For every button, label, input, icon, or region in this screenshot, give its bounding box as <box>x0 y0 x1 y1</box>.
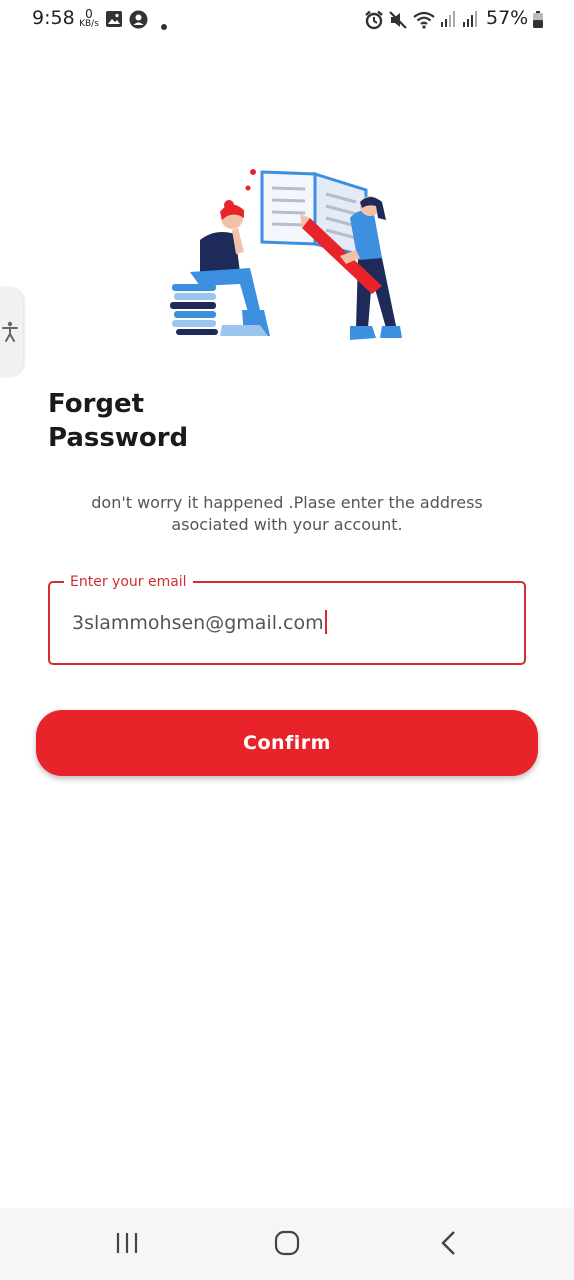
recent-apps-icon[interactable] <box>114 1230 140 1260</box>
home-icon[interactable] <box>274 1230 300 1260</box>
accessibility-tab[interactable] <box>0 288 23 376</box>
network-speed: 0 KB/s <box>78 8 100 29</box>
email-input[interactable]: 3slammohsen@gmail.com <box>72 609 327 637</box>
forgot-password-illustration <box>160 160 410 350</box>
confirm-button-label: Confirm <box>243 732 331 754</box>
signal-icon <box>462 10 480 32</box>
battery-icon <box>532 11 544 33</box>
battery-percent: 57% <box>486 7 529 29</box>
dot-icon <box>160 16 168 35</box>
email-input-value: 3slammohsen@gmail.com <box>72 612 324 634</box>
account-icon <box>129 10 148 33</box>
status-bar: 9:58 0 KB/s 57% <box>0 0 574 40</box>
page-title-line2: Password <box>48 423 189 453</box>
status-time: 9:58 <box>32 7 75 29</box>
page-title-line1: Forget <box>48 389 145 419</box>
network-speed-unit: KB/s <box>79 19 99 29</box>
wifi-icon <box>412 10 436 34</box>
confirm-button[interactable]: Confirm <box>36 710 538 776</box>
image-icon <box>105 10 123 32</box>
alarm-icon <box>364 10 384 34</box>
accessibility-icon <box>2 321 18 342</box>
page-subtitle: don't worry it happened .Plase enter the… <box>91 493 483 534</box>
text-caret <box>324 610 327 634</box>
mute-icon <box>388 10 408 34</box>
page-title: Forget Password <box>48 387 188 455</box>
system-nav-bar <box>0 1208 574 1280</box>
email-field-label: Enter your email <box>64 573 193 591</box>
signal-icon <box>440 10 458 32</box>
back-icon[interactable] <box>437 1230 463 1260</box>
